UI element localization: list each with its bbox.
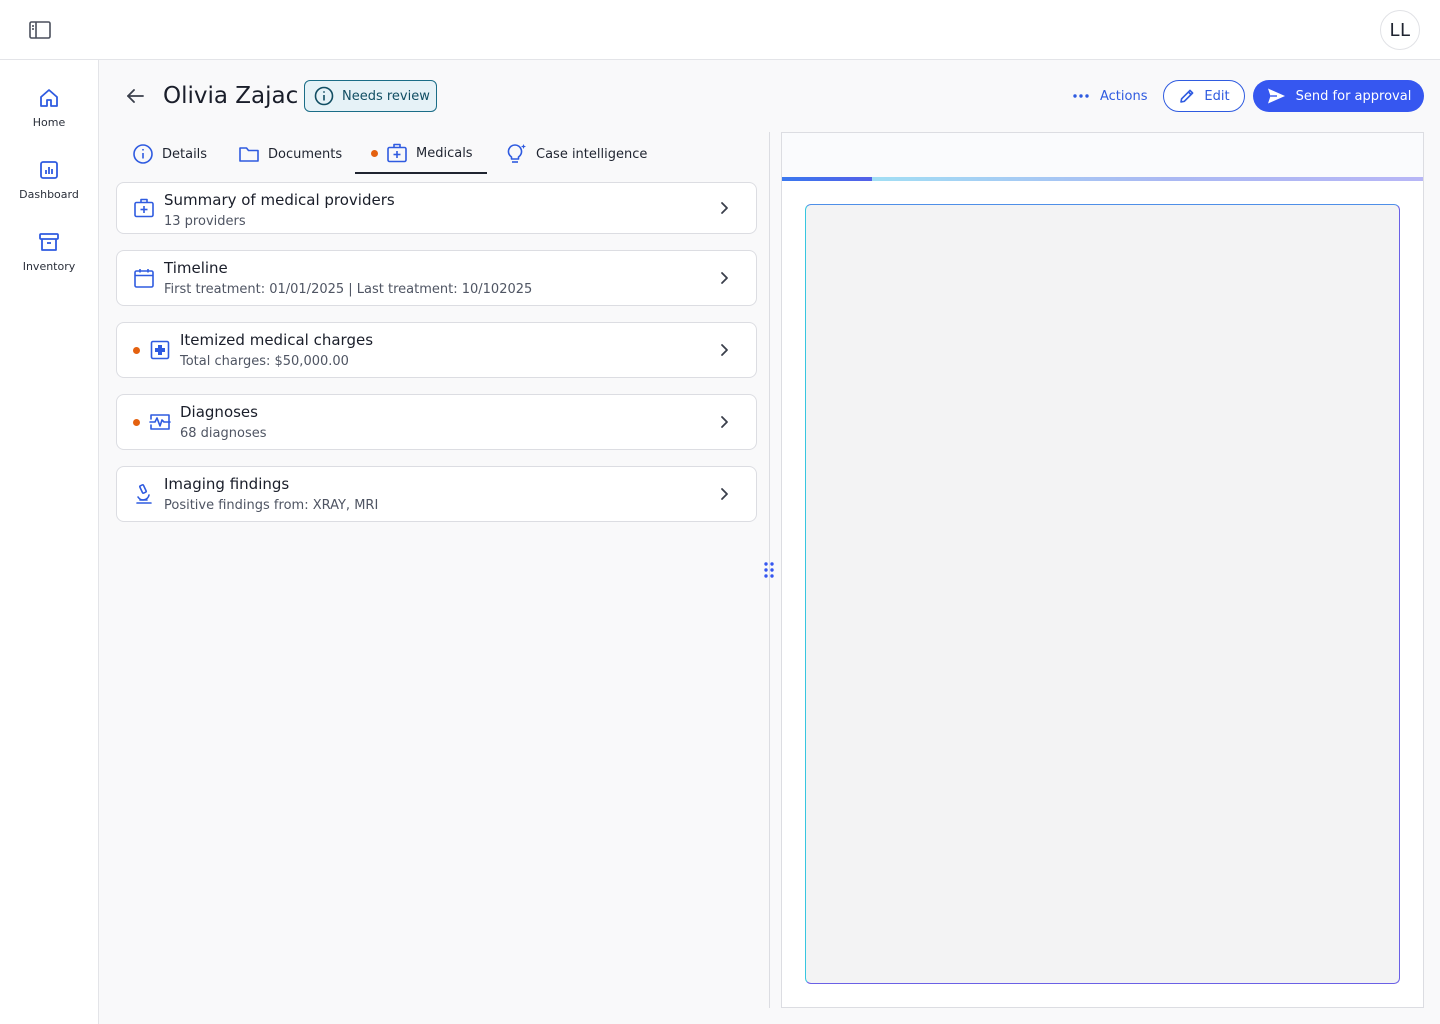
chevron-right-icon (721, 272, 728, 284)
medical-kit-icon (387, 143, 407, 163)
card-imaging-findings[interactable]: Imaging findings Positive findings from:… (116, 466, 757, 522)
nav-item-label: Dashboard (19, 188, 79, 201)
pencil-icon (1180, 89, 1194, 103)
card-subtitle: Positive findings from: XRAY, MRI (164, 498, 379, 513)
actions-button-label: Actions (1100, 88, 1148, 104)
flag-dot (133, 347, 140, 354)
tab-details[interactable]: Details (132, 134, 207, 174)
medical-kit-icon (134, 198, 154, 218)
lightbulb-sparkle-icon (507, 144, 526, 163)
card-timeline[interactable]: Timeline First treatment: 01/01/2025 | L… (116, 250, 757, 306)
send-icon (1267, 88, 1285, 104)
loading-progress-bar (782, 177, 1423, 181)
archive-icon (39, 233, 59, 251)
chevron-right-icon (721, 416, 728, 428)
tab-medicals[interactable]: Medicals (355, 134, 487, 174)
side-nav: Home Dashboard Inventory (0, 60, 99, 1024)
card-subtitle: Total charges: $50,000.00 (180, 354, 349, 369)
tab-bar: Details Documents Medicals Case intellig… (116, 134, 758, 174)
card-title: Itemized medical charges (180, 331, 374, 349)
tab-case-intelligence[interactable]: Case intelligence (504, 134, 647, 174)
send-for-approval-button[interactable]: Send for approval (1253, 80, 1424, 112)
tab-label: Medicals (416, 145, 473, 161)
tab-label: Case intelligence (536, 146, 648, 162)
flag-dot (133, 419, 140, 426)
avatar[interactable]: LL (1380, 10, 1420, 50)
chevron-right-icon (721, 202, 728, 214)
card-subtitle: First treatment: 01/01/2025 | Last treat… (164, 282, 533, 297)
microscope-icon (136, 484, 152, 504)
pulse-monitor-icon (149, 414, 171, 430)
tab-label: Documents (268, 146, 343, 162)
loading-progress-fill (782, 177, 872, 181)
card-diagnoses[interactable]: Diagnoses 68 diagnoses (116, 394, 757, 450)
home-icon (40, 89, 58, 107)
edit-button[interactable]: Edit (1163, 80, 1245, 112)
more-horizontal-icon (1073, 94, 1089, 98)
nav-item-home[interactable]: Home (0, 86, 98, 142)
nav-item-label: Inventory (22, 260, 76, 273)
top-bar: LL (0, 0, 1440, 60)
chart-icon (40, 161, 58, 179)
chevron-right-icon (721, 344, 728, 356)
actions-button[interactable]: Actions (1070, 80, 1148, 112)
folder-icon (239, 147, 259, 162)
chevron-right-icon (721, 488, 728, 500)
status-badge: Needs review (304, 80, 437, 112)
card-title: Imaging findings (164, 475, 290, 493)
flag-dot (371, 149, 378, 157)
card-itemized-charges[interactable]: Itemized medical charges Total charges: … (116, 322, 757, 378)
preview-header (782, 133, 1423, 177)
edit-button-label: Edit (1204, 88, 1230, 104)
tab-label: Details (162, 146, 208, 162)
card-title: Timeline (164, 259, 228, 277)
drag-handle-icon[interactable] (763, 561, 775, 579)
nav-item-label: Home (32, 116, 66, 129)
nav-item-inventory[interactable]: Inventory (0, 230, 98, 286)
calendar-icon (134, 269, 154, 288)
tab-documents[interactable]: Documents (238, 134, 342, 174)
card-title: Diagnoses (180, 403, 258, 421)
card-subtitle: 13 providers (164, 214, 246, 229)
nav-item-dashboard[interactable]: Dashboard (0, 158, 98, 214)
medical-plus-icon (150, 340, 170, 360)
page-title: Olivia Zajac (163, 83, 299, 109)
send-for-approval-label: Send for approval (1295, 88, 1412, 104)
info-icon (314, 86, 334, 106)
card-medical-providers[interactable]: Summary of medical providers 13 provider… (116, 182, 757, 234)
document-preview-panel (781, 132, 1424, 1008)
sidebar-toggle-icon[interactable] (28, 20, 52, 40)
card-subtitle: 68 diagnoses (180, 426, 267, 441)
back-arrow-icon[interactable] (123, 84, 147, 108)
document-viewer[interactable] (805, 204, 1400, 984)
status-badge-label: Needs review (342, 88, 430, 104)
card-title: Summary of medical providers (164, 191, 395, 209)
info-icon (133, 144, 153, 164)
